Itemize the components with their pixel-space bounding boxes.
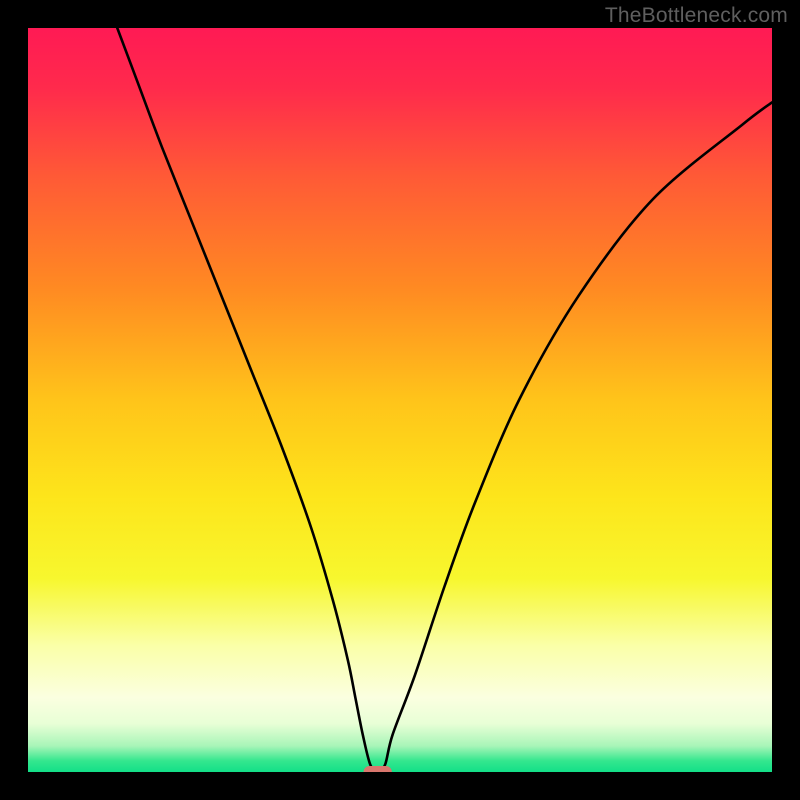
gradient-background xyxy=(28,28,772,772)
chart-frame: TheBottleneck.com xyxy=(0,0,800,800)
plot-area xyxy=(28,28,772,772)
optimum-marker xyxy=(364,766,392,772)
attribution-label: TheBottleneck.com xyxy=(605,4,788,28)
chart-svg xyxy=(28,28,772,772)
